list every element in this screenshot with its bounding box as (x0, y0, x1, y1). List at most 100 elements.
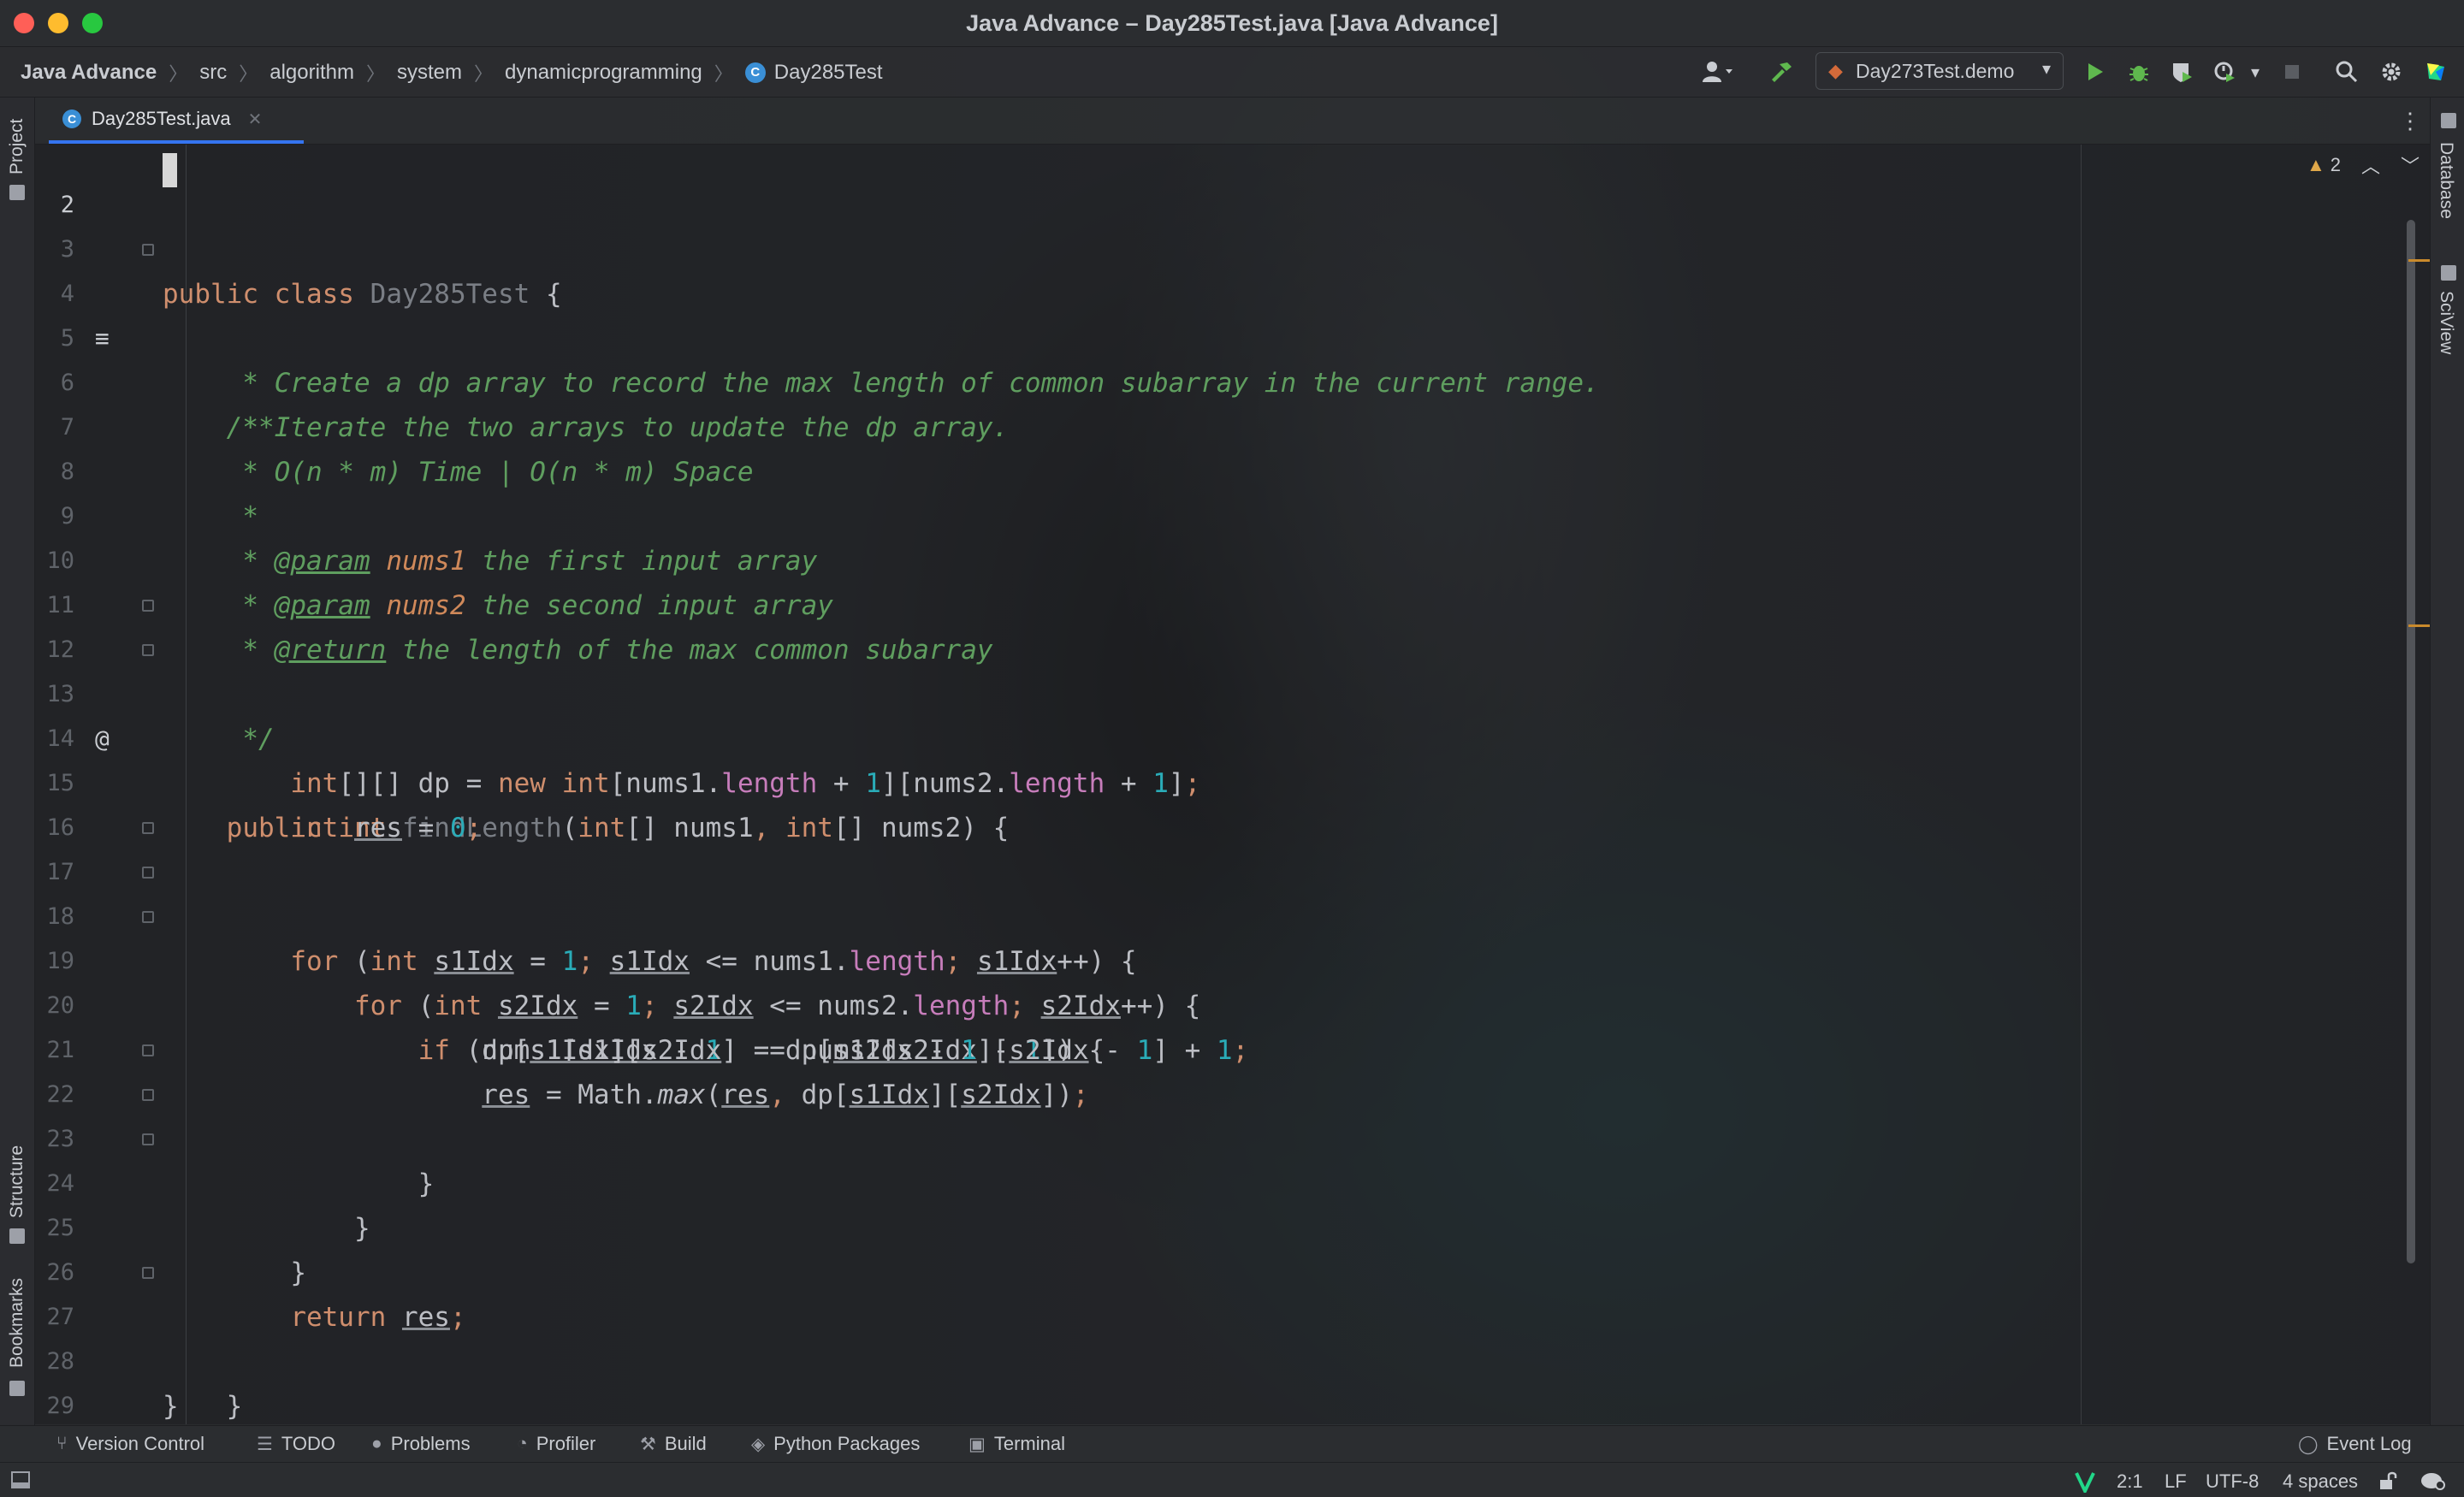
jetbrains-logo-icon[interactable] (2421, 57, 2450, 86)
breadcrumb-separator: 〉 (474, 63, 494, 85)
fold-marker-icon[interactable] (142, 600, 154, 612)
unlock-icon[interactable] (2378, 1470, 2397, 1496)
caret-position[interactable]: 2:1 (2117, 1470, 2143, 1493)
code-line-22: 22 } (35, 1028, 2345, 1199)
coverage-icon[interactable] (2168, 57, 2195, 86)
run-config-icon: ◆ (1828, 60, 1843, 81)
code-text: } (226, 1391, 243, 1422)
code-line-10: 10 * @param nums2 the second input array (35, 494, 2345, 621)
gear-icon[interactable] (2377, 57, 2406, 86)
structure-icon (9, 1228, 25, 1244)
code-editor[interactable]: ▲ 2 ︿ ﹀ 2 3 public class Day285Test { 4 … (35, 145, 2430, 1424)
database-icon (2441, 113, 2456, 128)
fold-marker-icon[interactable] (142, 1133, 154, 1145)
event-log-button[interactable]: ◯ Event Log (2298, 1433, 2412, 1455)
code-line-12: 12 */ (35, 583, 2345, 754)
sciview-icon (2441, 265, 2456, 281)
line-separator[interactable]: LF (2165, 1470, 2187, 1493)
previous-highlight-icon[interactable]: ︿ (2361, 151, 2380, 179)
python-packages-button[interactable]: ◈ Python Packages (751, 1433, 920, 1455)
code-line-24: 24 } (35, 1117, 2345, 1288)
vcs-check-icon[interactable] (2074, 1470, 2096, 1497)
branch-icon: ⑂ (56, 1434, 68, 1453)
problems-icon: ● (371, 1434, 382, 1453)
fold-marker-icon[interactable] (142, 911, 154, 923)
database-tool-button[interactable]: Database (2436, 142, 2456, 219)
left-tool-strip: Project Structure Bookmarks (0, 98, 35, 1425)
code-line-7: 7 * O(n * m) Time | O(n * m) Space (35, 361, 2345, 488)
debug-icon[interactable] (2125, 57, 2153, 86)
profile-icon[interactable] (2211, 57, 2238, 86)
bookmarks-tool-button[interactable]: Bookmarks (7, 1278, 27, 1368)
breadcrumb-project[interactable]: Java Advance (21, 61, 157, 85)
build-button[interactable]: ⚒ Build (640, 1433, 707, 1455)
fold-marker-icon[interactable] (142, 867, 154, 879)
code-line-18: 18 for (int s2Idx = 1; s2Idx <= nums2.le… (35, 850, 2345, 1021)
code-line-14: 14 int[][] dp = new int[nums1.length + 1… (35, 672, 2345, 799)
stop-icon[interactable] (2279, 57, 2305, 86)
fold-marker-icon[interactable] (142, 822, 154, 834)
title-bar: Java Advance – Day285Test.java [Java Adv… (0, 0, 2464, 47)
next-highlight-icon[interactable]: ﹀ (2401, 151, 2420, 179)
tab-label: Day285Test.java (92, 108, 231, 129)
bookmark-icon (9, 1381, 25, 1396)
code-line-23: 23 } (35, 1073, 2345, 1244)
more-run-options-chevron-icon[interactable]: ▾ (2245, 57, 2266, 86)
fold-marker-icon[interactable] (142, 244, 154, 256)
todo-button[interactable]: ☰ TODO (257, 1433, 335, 1455)
status-bar: 2:1 LF UTF-8 4 spaces (0, 1462, 2464, 1497)
terminal-label: Terminal (993, 1433, 1065, 1454)
breadcrumb-dynamicprogramming[interactable]: dynamicprogramming (505, 61, 702, 85)
line-number: 29 (46, 1393, 74, 1419)
problems-button[interactable]: ● Problems (371, 1433, 471, 1455)
more-vertical-icon[interactable]: ⋮ (2399, 108, 2421, 134)
structure-tool-button[interactable]: Structure (7, 1145, 27, 1218)
code-line-11: 11 * @return the length of the max commo… (35, 539, 2345, 666)
code-line-29: 29 (35, 1340, 2345, 1419)
packages-icon: ◈ (751, 1434, 766, 1454)
code-line-28: 28 } (35, 1295, 2345, 1422)
background-tasks-icon[interactable] (2420, 1470, 2445, 1496)
tab-day285test-java[interactable]: C Day285Test.java ✕ (49, 98, 304, 144)
sciview-tool-button[interactable]: SciView (2436, 291, 2456, 354)
warning-stripe (2408, 259, 2430, 262)
list-icon: ☰ (257, 1434, 273, 1454)
speech-bubble-icon: ◯ (2298, 1434, 2319, 1454)
run-icon[interactable] (2082, 57, 2108, 86)
text-caret (163, 153, 177, 187)
fold-marker-icon[interactable] (142, 1267, 154, 1279)
java-class-icon: C (62, 109, 81, 128)
user-icon[interactable] (1694, 57, 1740, 86)
run-configuration-select[interactable]: ◆ Day273Test.demo ▾ (1815, 52, 2064, 90)
fold-marker-icon[interactable] (142, 1044, 154, 1056)
breadcrumb-class[interactable]: Day285Test (774, 61, 883, 85)
code-line-3: 3 public class Day285Test { (35, 183, 2345, 310)
right-tool-strip: Database SciView (2430, 98, 2464, 1425)
toggle-tool-windows-icon[interactable] (10, 1470, 31, 1494)
build-hammer-icon[interactable] (1766, 57, 1797, 86)
hammer-icon: ⚒ (640, 1434, 656, 1454)
code-line-4: 4 ≡ /** (35, 228, 2345, 443)
python-packages-label: Python Packages (773, 1433, 921, 1454)
breadcrumb-algorithm[interactable]: algorithm (270, 61, 354, 85)
profiler-icon: ◔ (517, 1434, 528, 1453)
file-encoding[interactable]: UTF-8 (2206, 1470, 2259, 1493)
profiler-button[interactable]: ◔ Profiler (517, 1433, 595, 1455)
terminal-button[interactable]: ▣ Terminal (968, 1433, 1065, 1455)
indent-setting[interactable]: 4 spaces (2283, 1470, 2358, 1493)
fold-marker-icon[interactable] (142, 1089, 154, 1101)
run-configuration-label: Day273Test.demo (1856, 59, 2015, 82)
code-line-8: 8 * (35, 405, 2345, 532)
breadcrumb-src[interactable]: src (199, 61, 227, 85)
project-tool-button[interactable]: Project (7, 119, 27, 175)
version-control-button[interactable]: ⑂ Version Control (56, 1433, 204, 1455)
tool-window-bar: ⑂ Version Control ☰ TODO ● Problems ◔ Pr… (0, 1425, 2464, 1462)
fold-marker-icon[interactable] (142, 644, 154, 656)
code-line-2: 2 (35, 145, 2345, 218)
breadcrumb-separator: 〉 (714, 63, 733, 85)
editor-scrollbar[interactable] (2407, 220, 2415, 1263)
search-icon[interactable] (2332, 57, 2361, 86)
close-icon[interactable]: ✕ (248, 109, 263, 130)
code-line-16: 16 (35, 761, 2345, 841)
breadcrumb-system[interactable]: system (397, 61, 462, 85)
